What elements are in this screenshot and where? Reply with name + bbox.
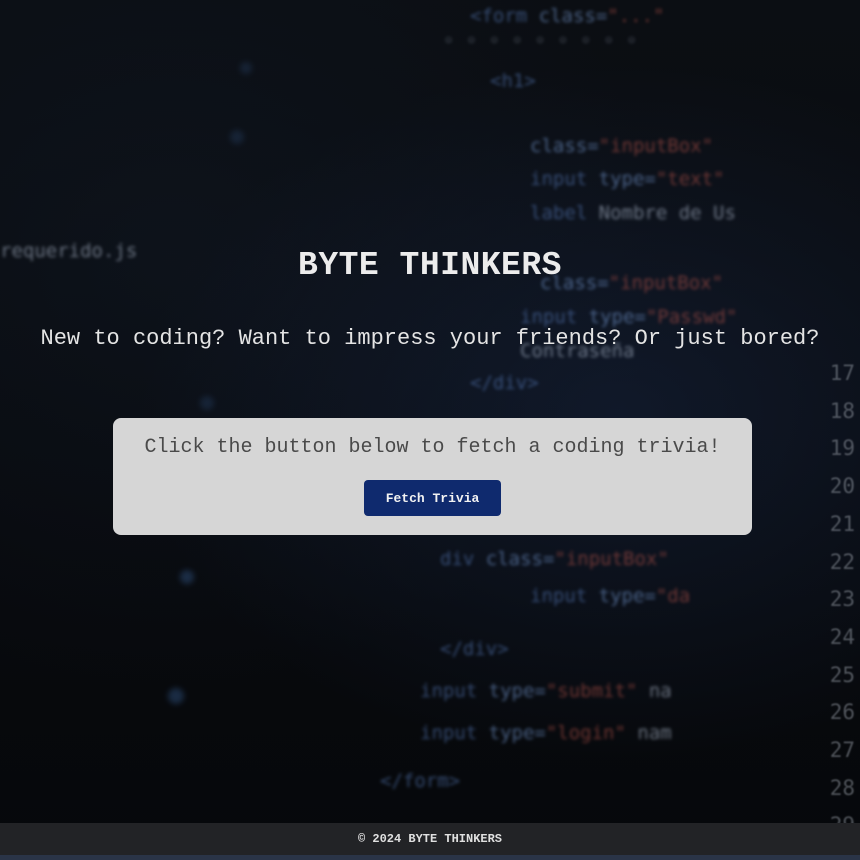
tagline: New to coding? Want to impress your frie… (40, 326, 820, 351)
footer: © 2024 BYTE THINKERS (0, 823, 860, 855)
page-title: BYTE THINKERS (298, 247, 562, 284)
background-line-numbers: 17 18 19 20 21 22 23 24 25 26 27 28 29 3… (829, 361, 855, 860)
footer-bottom-strip (0, 855, 860, 860)
footer-copyright: © 2024 BYTE THINKERS (357, 832, 503, 846)
trivia-prompt: Click the button below to fetch a coding… (144, 436, 721, 459)
trivia-card: Click the button below to fetch a coding… (113, 418, 752, 535)
fetch-trivia-button[interactable]: Fetch Trivia (364, 480, 501, 516)
